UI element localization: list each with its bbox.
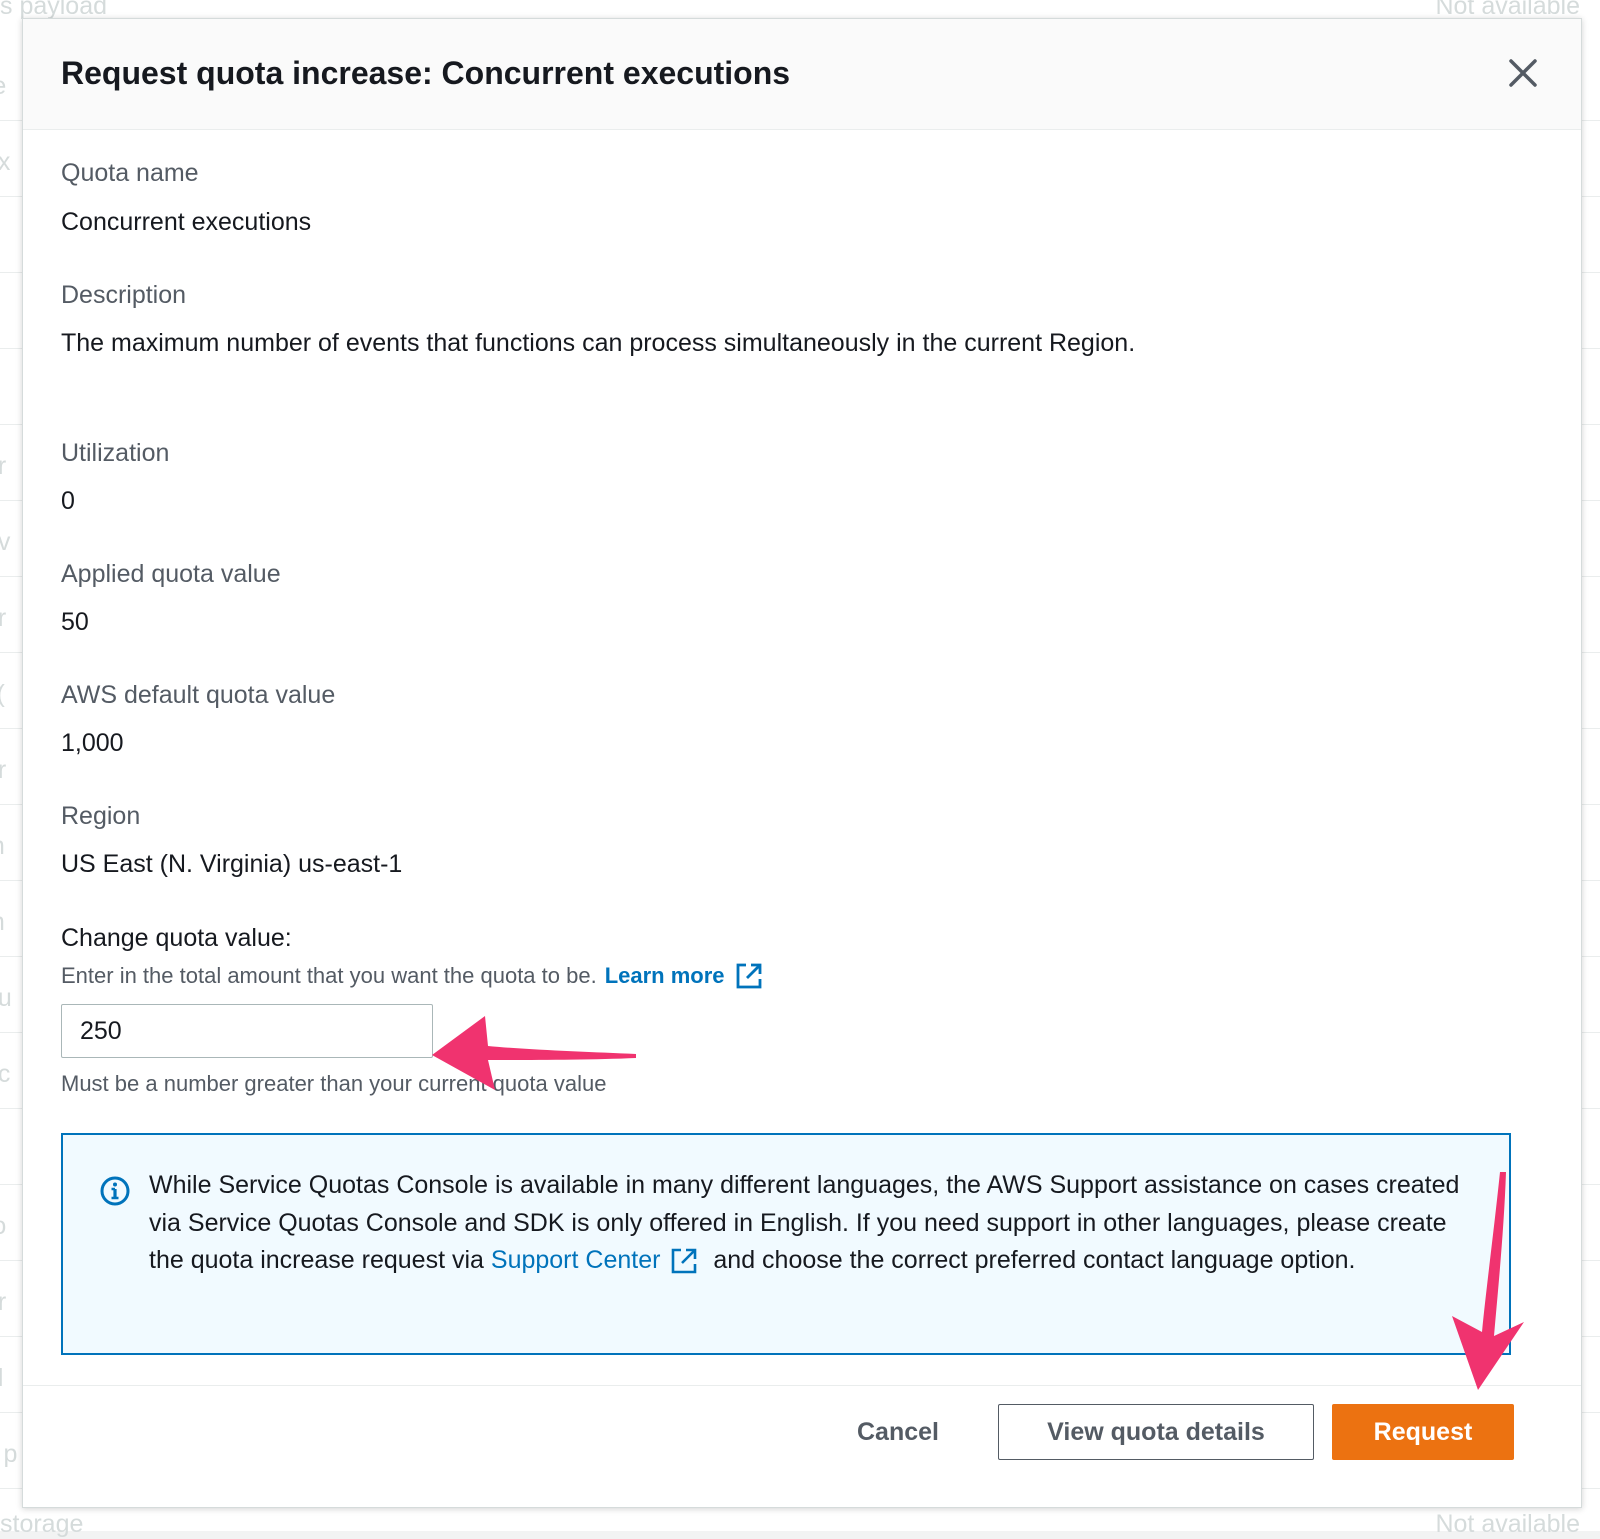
background-row-text: ou bbox=[0, 984, 12, 1012]
close-icon bbox=[1509, 59, 1537, 87]
background-row-text: re bbox=[0, 72, 6, 101]
description-label: Description bbox=[61, 281, 187, 309]
background-text: Not available bbox=[1435, 1510, 1580, 1538]
request-button[interactable]: Request bbox=[1332, 1404, 1514, 1460]
external-link-icon bbox=[736, 963, 761, 989]
info-text-after: and choose the correct preferred contact… bbox=[713, 1246, 1356, 1274]
background-text: storage bbox=[0, 1510, 84, 1538]
close-button[interactable] bbox=[1505, 55, 1541, 91]
support-center-link[interactable]: Support Center bbox=[491, 1242, 707, 1280]
info-alert: While Service Quotas Console is availabl… bbox=[61, 1133, 1511, 1355]
modal-header: Request quota increase: Concurrent execu… bbox=[23, 19, 1581, 130]
background-row-text: ro bbox=[0, 1212, 6, 1241]
support-center-label: Support Center bbox=[490, 1246, 661, 1274]
background-row-text: s p bbox=[0, 1440, 18, 1468]
quota-value-input[interactable] bbox=[61, 1004, 433, 1058]
learn-more-link[interactable]: Learn more bbox=[605, 962, 763, 990]
background-row-text: m bbox=[0, 908, 5, 937]
view-quota-details-button[interactable]: View quota details bbox=[998, 1404, 1314, 1460]
region-label: Region bbox=[61, 802, 141, 830]
change-quota-description-text: Enter in the total amount that you want … bbox=[61, 963, 597, 988]
region-value: US East (N. Virginia) us-east-1 bbox=[61, 850, 403, 878]
background-row-text: ex bbox=[0, 148, 11, 176]
description-value: The maximum number of events that functi… bbox=[61, 329, 1136, 357]
learn-more-label: Learn more bbox=[604, 963, 725, 988]
background-row-text: ec bbox=[0, 1060, 11, 1088]
change-quota-label: Change quota value: bbox=[61, 924, 292, 952]
default-quota-label: AWS default quota value bbox=[61, 681, 336, 709]
info-text: While Service Quotas Console is availabl… bbox=[149, 1167, 1469, 1280]
modal-footer: Cancel View quota details Request bbox=[23, 1385, 1581, 1507]
background-row-text: m bbox=[0, 832, 5, 861]
applied-quota-label: Applied quota value bbox=[61, 560, 281, 588]
modal-title: Request quota increase: Concurrent execu… bbox=[61, 55, 791, 91]
background-row-text: ol bbox=[0, 1364, 4, 1392]
quota-name-label: Quota name bbox=[61, 159, 199, 187]
background-row-text: er bbox=[0, 756, 7, 784]
applied-quota-value: 50 bbox=[61, 608, 89, 636]
background-row-text: l ( bbox=[0, 680, 5, 709]
background-row-text: t v bbox=[0, 528, 11, 556]
background-row-text: or bbox=[0, 604, 7, 632]
cancel-button[interactable]: Cancel bbox=[838, 1404, 958, 1460]
external-link-icon bbox=[672, 1248, 697, 1274]
utilization-value: 0 bbox=[61, 487, 75, 515]
background-row-text: ur bbox=[0, 1288, 7, 1316]
default-quota-value: 1,000 bbox=[61, 729, 124, 757]
utilization-label: Utilization bbox=[61, 439, 170, 467]
background-row-text: or bbox=[0, 452, 7, 480]
quota-increase-modal: Request quota increase: Concurrent execu… bbox=[22, 18, 1582, 1508]
info-icon bbox=[100, 1176, 130, 1206]
quota-name-value: Concurrent executions bbox=[61, 208, 312, 236]
change-quota-description: Enter in the total amount that you want … bbox=[61, 962, 763, 990]
constraint-text: Must be a number greater than your curre… bbox=[61, 1071, 607, 1096]
